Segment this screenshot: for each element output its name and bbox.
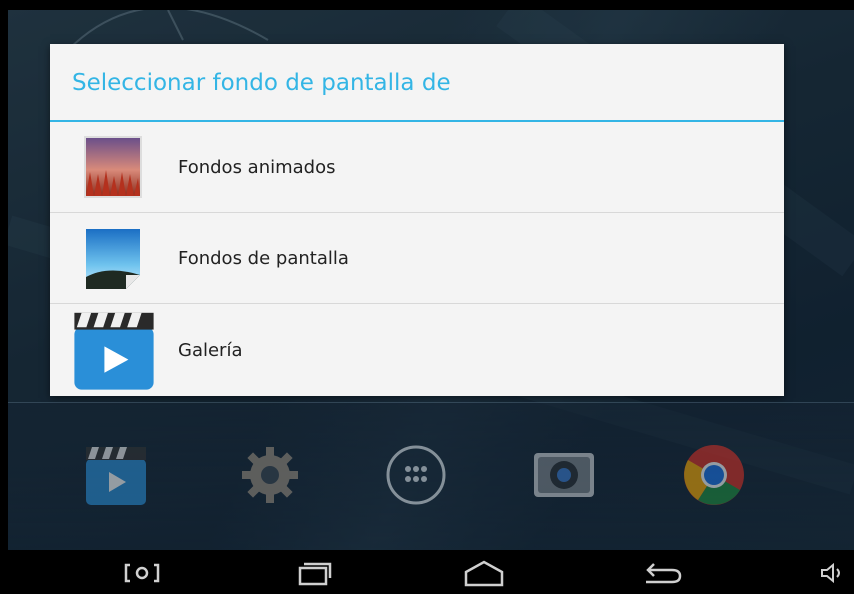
screenshot-icon[interactable]: [112, 558, 172, 588]
recent-apps-icon[interactable]: [284, 558, 344, 588]
option-label-wallpapers: Fondos de pantalla: [178, 247, 349, 269]
wallpaper-chooser-dialog: Seleccionar fondo de pantalla de Fondos …: [50, 44, 784, 396]
option-wallpapers[interactable]: Fondos de pantalla: [50, 213, 784, 304]
home-screen: Seleccionar fondo de pantalla de Fondos …: [8, 10, 854, 594]
option-gallery[interactable]: Galería: [50, 304, 784, 396]
favorites-dock: [8, 402, 854, 551]
settings-icon[interactable]: [234, 439, 306, 511]
chrome-icon[interactable]: [678, 439, 750, 511]
home-icon[interactable]: [454, 558, 514, 588]
option-label-live-wallpapers: Fondos animados: [178, 156, 336, 178]
gallery-icon: [74, 312, 154, 390]
system-navigation-bar: [8, 550, 854, 594]
volume-icon[interactable]: [818, 560, 848, 586]
gallery-app-icon[interactable]: [80, 439, 152, 511]
dialog-title: Seleccionar fondo de pantalla de: [50, 44, 784, 122]
app-drawer-icon[interactable]: [380, 439, 452, 511]
back-icon[interactable]: [632, 558, 692, 588]
option-live-wallpapers[interactable]: Fondos animados: [50, 122, 784, 213]
wallpapers-icon: [86, 229, 140, 289]
option-label-gallery: Galería: [178, 339, 243, 361]
camera-icon[interactable]: [528, 439, 600, 511]
live-wallpapers-icon: [84, 136, 142, 198]
